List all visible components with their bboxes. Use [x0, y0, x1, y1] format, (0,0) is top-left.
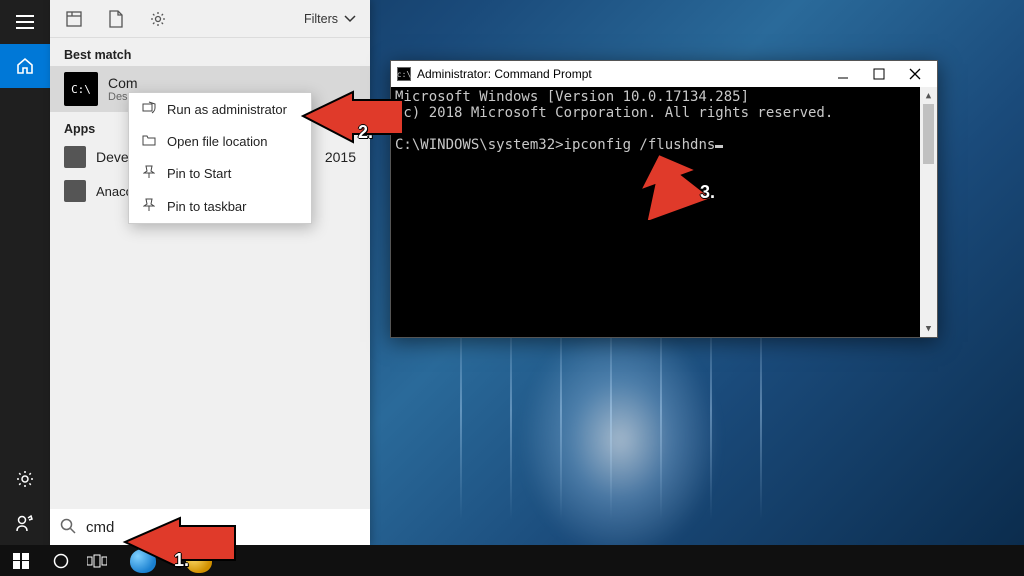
best-match-title: Com [108, 75, 138, 91]
tab-settings-icon[interactable] [148, 9, 168, 29]
cmd-cursor [715, 145, 723, 148]
cortana-tab-row: Filters [50, 0, 370, 38]
taskbar-taskview-icon[interactable] [86, 550, 108, 572]
admin-shield-icon [141, 101, 157, 118]
cmd-titlebar[interactable]: c:\ Administrator: Command Prompt [391, 61, 937, 87]
folder-icon [141, 134, 157, 149]
wallpaper-lines [420, 300, 840, 560]
rail-feedback-icon[interactable] [0, 501, 50, 545]
scroll-down-arrow-icon[interactable]: ▼ [920, 320, 937, 337]
filters-dropdown[interactable]: Filters [304, 12, 356, 26]
tab-apps-icon[interactable] [64, 9, 84, 29]
cmd-close-button[interactable] [897, 62, 933, 86]
ctx-pin-taskbar[interactable]: Pin to taskbar [129, 190, 311, 223]
cmd-title-text: Administrator: Command Prompt [417, 67, 825, 81]
cmd-prompt: C:\WINDOWS\system32> [395, 137, 564, 153]
annotation-arrow-2 [298, 86, 408, 146]
scroll-thumb[interactable] [923, 104, 934, 164]
cmd-maximize-button[interactable] [861, 62, 897, 86]
cmd-line1: Microsoft Windows [Version 10.0.17134.28… [395, 89, 749, 105]
annotation-step-2: 2. [358, 122, 373, 143]
ctx-run-as-admin-label: Run as administrator [167, 102, 287, 117]
chevron-down-icon [344, 15, 356, 23]
ctx-run-as-admin[interactable]: Run as administrator [129, 93, 311, 126]
ctx-pin-taskbar-label: Pin to taskbar [167, 199, 247, 214]
ctx-open-location[interactable]: Open file location [129, 126, 311, 157]
filters-label: Filters [304, 12, 338, 26]
ctx-pin-start[interactable]: Pin to Start [129, 157, 311, 190]
rail-home-icon[interactable] [0, 44, 50, 88]
rail-menu-icon[interactable] [0, 0, 50, 44]
cmd-title-icon: c:\ [397, 67, 411, 81]
best-match-label: Best match [50, 38, 370, 66]
apps-item-0-suffix: 2015 [325, 149, 356, 165]
context-menu: Run as administrator Open file location … [128, 92, 312, 224]
ctx-open-location-label: Open file location [167, 134, 267, 149]
pin-taskbar-icon [141, 198, 157, 215]
cmd-minimize-button[interactable] [825, 62, 861, 86]
scroll-up-arrow-icon[interactable]: ▲ [920, 87, 937, 104]
annotation-step-1: 1. [174, 550, 189, 571]
app-icon-anaconda [64, 180, 86, 202]
cortana-side-rail [0, 0, 50, 545]
cmd-vertical-scrollbar[interactable]: ▲ ▼ [920, 87, 937, 337]
taskbar-cortana-icon[interactable] [50, 550, 72, 572]
tab-documents-icon[interactable] [106, 9, 126, 29]
scroll-track[interactable] [920, 164, 937, 320]
pin-start-icon [141, 165, 157, 182]
windows-logo-icon [13, 553, 29, 569]
search-icon [60, 518, 76, 537]
start-button[interactable] [6, 546, 36, 576]
cmd-app-icon: C:\ [64, 72, 98, 106]
app-icon-dev [64, 146, 86, 168]
annotation-step-3: 3. [700, 182, 715, 203]
ctx-pin-start-label: Pin to Start [167, 166, 231, 181]
rail-settings-icon[interactable] [0, 457, 50, 501]
cmd-line2: (c) 2018 Microsoft Corporation. All righ… [395, 105, 833, 121]
cortana-panel: Filters Best match C:\ Com Deskt Apps De… [50, 0, 370, 545]
